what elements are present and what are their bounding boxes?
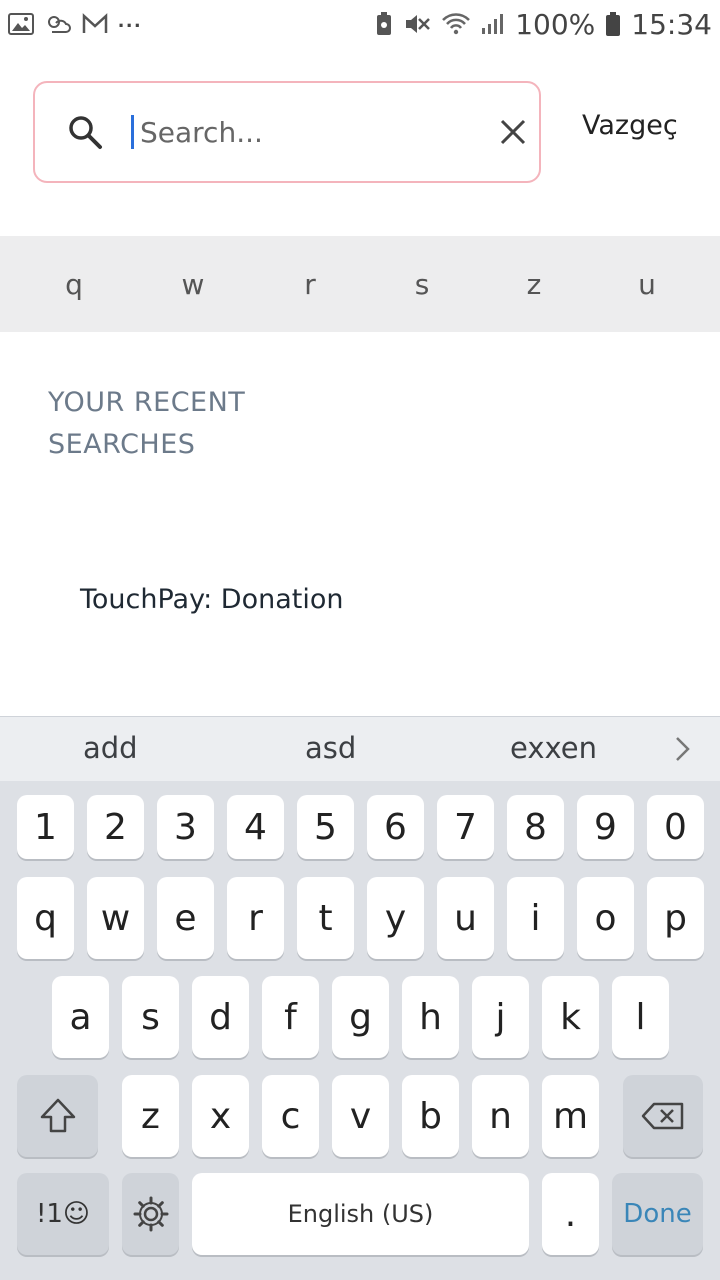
key-l[interactable]: l [612,976,669,1058]
key-v[interactable]: v [332,1075,389,1157]
key-j[interactable]: j [472,976,529,1058]
key-3[interactable]: 3 [157,795,214,859]
filter-letter[interactable]: u [627,268,667,301]
key-e[interactable]: e [157,877,214,959]
key-z[interactable]: z [122,1075,179,1157]
key-0[interactable]: 0 [647,795,704,859]
suggestion-item[interactable]: asd [305,731,356,765]
status-right: 100% 15:34 [375,8,712,41]
key-i[interactable]: i [507,877,564,959]
clock: 15:34 [631,7,712,41]
filter-letter[interactable]: s [402,268,442,301]
recent-searches-heading: YOUR RECENT SEARCHES [48,387,246,460]
weather-icon [44,12,72,36]
keyboard: add asd exxen 1 2 3 4 5 6 7 8 9 0 q w e … [0,716,720,1280]
key-8[interactable]: 8 [507,795,564,859]
key-2[interactable]: 2 [87,795,144,859]
battery-percent: 100% [515,7,596,41]
key-q[interactable]: q [17,877,74,959]
shift-icon [40,1098,75,1133]
battery-icon [605,11,621,37]
key-c[interactable]: c [262,1075,319,1157]
key-6[interactable]: 6 [367,795,424,859]
filter-letter[interactable]: q [54,268,94,301]
letter-filter-strip: q w r s z u [0,236,720,332]
key-k[interactable]: k [542,976,599,1058]
key-a[interactable]: a [52,976,109,1058]
key-h[interactable]: h [402,976,459,1058]
key-y[interactable]: y [367,877,424,959]
key-m[interactable]: m [542,1075,599,1157]
key-4[interactable]: 4 [227,795,284,859]
search-input[interactable] [131,115,489,149]
key-t[interactable]: t [297,877,354,959]
close-icon [500,119,526,145]
chevron-right-icon[interactable] [672,735,692,763]
recent-search-item[interactable]: TouchPay: Donation [80,584,344,615]
period-key[interactable]: . [542,1173,599,1255]
settings-key[interactable] [122,1173,179,1255]
shift-key[interactable] [17,1075,98,1157]
key-s[interactable]: s [122,976,179,1058]
key-u[interactable]: u [437,877,494,959]
key-n[interactable]: n [472,1075,529,1157]
key-1[interactable]: 1 [17,795,74,859]
symbols-key[interactable]: !1☺ [17,1173,109,1255]
key-o[interactable]: o [577,877,634,959]
battery-saver-icon [375,11,393,37]
key-r[interactable]: r [227,877,284,959]
done-key[interactable]: Done [612,1173,703,1255]
key-w[interactable]: w [87,877,144,959]
status-bar: ... 100% 15:34 [0,0,720,48]
search-icon [65,112,105,152]
backspace-key[interactable] [623,1075,703,1157]
key-5[interactable]: 5 [297,795,354,859]
key-p[interactable]: p [647,877,704,959]
space-key[interactable]: English (US) [192,1173,529,1255]
signal-icon [481,12,505,36]
clear-search-button[interactable] [499,112,527,152]
suggestion-bar: add asd exxen [0,717,720,781]
key-x[interactable]: x [192,1075,249,1157]
key-f[interactable]: f [262,976,319,1058]
suggestion-item[interactable]: add [83,731,138,765]
search-box[interactable] [33,81,541,183]
filter-letter[interactable]: r [290,268,330,301]
mail-icon [82,13,108,35]
status-left: ... [8,7,142,36]
key-d[interactable]: d [192,976,249,1058]
filter-letter[interactable]: w [173,268,213,301]
key-g[interactable]: g [332,976,389,1058]
key-b[interactable]: b [402,1075,459,1157]
gallery-icon [8,12,34,36]
backspace-icon [641,1102,684,1130]
gear-icon [133,1196,168,1232]
key-9[interactable]: 9 [577,795,634,859]
key-7[interactable]: 7 [437,795,494,859]
filter-letter[interactable]: z [514,268,554,301]
wifi-icon [441,12,471,36]
cancel-button[interactable]: Vazgeç [582,110,678,141]
status-more: ... [118,7,143,32]
mute-icon [403,11,431,37]
suggestion-item[interactable]: exxen [510,731,597,765]
